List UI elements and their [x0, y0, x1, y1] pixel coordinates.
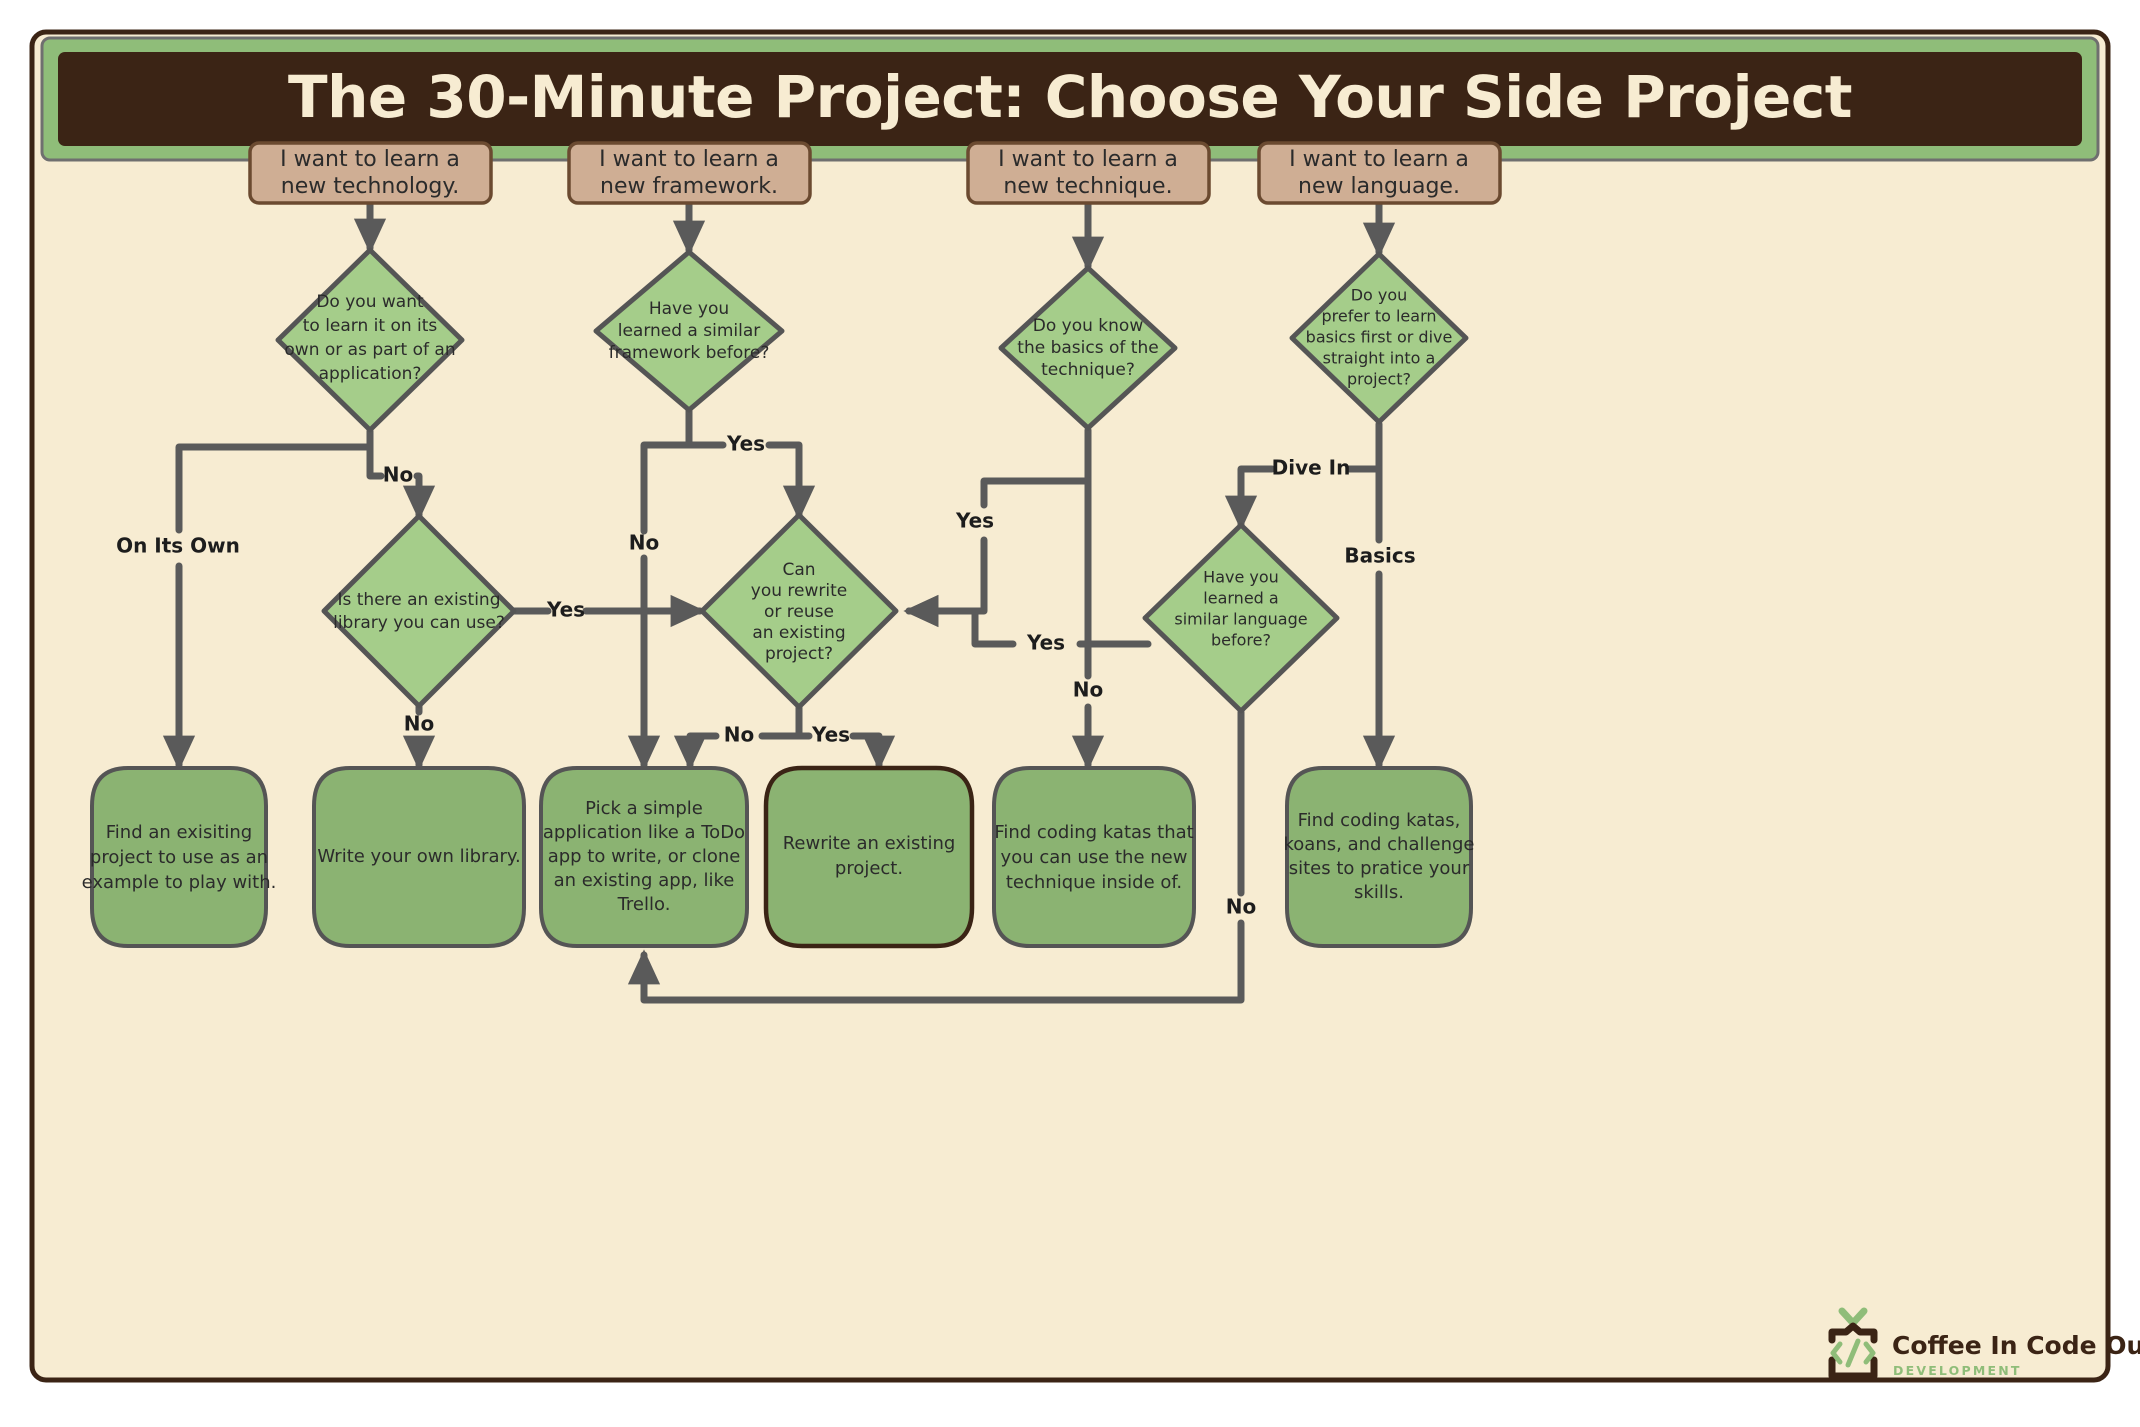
node-start-technology[interactable]: I want to learn a new technology.	[248, 141, 493, 205]
node-result-write-library[interactable]: Write your own library.	[312, 766, 526, 948]
decision-basics-or-dive-l3: basics first or dive	[1306, 328, 1453, 347]
decision-rewrite-l3: or reuse	[764, 602, 834, 622]
start-label-technique-line1: I want to learn a	[998, 147, 1178, 172]
result-katas-koans-l2: koans, and challenge	[1284, 834, 1475, 855]
decision-basics-or-dive-l1: Do you	[1351, 286, 1408, 305]
brand-tagline: DEVELOPMENT	[1893, 1363, 2022, 1378]
decision-similar-framework-l2: learned a similar	[618, 321, 761, 341]
decision-similar-language-l4: before?	[1211, 631, 1271, 650]
result-find-example-l2: project to use as an	[90, 847, 268, 868]
result-rewrite-project-l1: Rewrite an existing	[783, 833, 956, 854]
decision-basics-or-dive-l2: prefer to learn	[1321, 307, 1436, 326]
decision-similar-framework-l1: Have you	[649, 299, 729, 319]
decision-similar-language-l2: learned a	[1203, 589, 1278, 608]
node-start-technique[interactable]: I want to learn a new technique.	[966, 141, 1211, 205]
edge-label-no-library: No	[404, 712, 434, 736]
canvas-background	[29, 29, 2111, 1383]
node-result-katas-technique[interactable]: Find coding katas that you can use the n…	[992, 766, 1196, 948]
edge-label-yes-technique: Yes	[955, 509, 994, 533]
result-simple-app-l4: an existing app, like	[554, 870, 735, 891]
decision-existing-library-l2: library you can use?	[333, 613, 505, 633]
start-label-technology-line1: I want to learn a	[280, 147, 460, 172]
result-shape-rewrite-project	[763, 765, 975, 949]
edge-label-yes-rewrite: Yes	[811, 723, 850, 747]
result-rewrite-project-l2: project.	[835, 858, 903, 879]
decision-basics-or-dive-l5: project?	[1347, 370, 1411, 389]
result-katas-technique-l1: Find coding katas that	[994, 822, 1193, 843]
page-title: The 30-Minute Project: Choose Your Side …	[288, 63, 1852, 131]
result-katas-technique-l2: you can use the new	[1001, 847, 1188, 868]
decision-existing-library-l1: Is there an existing	[337, 590, 500, 610]
flowchart-canvas: The 30-Minute Project: Choose Your Side …	[29, 29, 2140, 1383]
node-result-simple-app[interactable]: Pick a simple application like a ToDo ap…	[539, 766, 749, 948]
node-start-framework[interactable]: I want to learn a new framework.	[567, 141, 812, 205]
decision-similar-language-l1: Have you	[1203, 568, 1279, 587]
decision-basics-or-dive-l4: straight into a	[1323, 349, 1436, 368]
start-label-language-line1: I want to learn a	[1289, 147, 1469, 172]
edge-label-yes-framework: Yes	[726, 432, 765, 456]
node-result-katas-koans[interactable]: Find coding katas, koans, and challenge …	[1284, 766, 1475, 948]
edge-label-no-language: No	[1226, 895, 1256, 919]
decision-know-basics-l2: the basics of the	[1017, 338, 1158, 358]
edge-label-no-framework: No	[629, 531, 659, 555]
decision-own-or-app-l2: to learn it on its	[303, 316, 438, 336]
edge-label-on-its-own: On Its Own	[116, 534, 240, 558]
decision-rewrite-l2: you rewrite	[751, 581, 847, 601]
decision-rewrite-l5: project?	[765, 644, 833, 664]
result-find-example-l3: example to play with.	[82, 872, 277, 893]
decision-own-or-app-l1: Do you want	[316, 292, 424, 312]
result-katas-koans-l3: sites to pratice your	[1289, 858, 1470, 879]
start-label-technique-line2: new technique.	[1003, 174, 1172, 199]
result-find-example-l1: Find an exisiting	[106, 822, 252, 843]
decision-similar-language-l3: similar language	[1174, 610, 1307, 629]
start-label-framework-line1: I want to learn a	[599, 147, 779, 172]
start-label-language-line2: new language.	[1298, 174, 1460, 199]
node-result-rewrite-project[interactable]: Rewrite an existing project.	[763, 765, 975, 949]
result-simple-app-l3: app to write, or clone	[548, 846, 741, 867]
result-simple-app-l1: Pick a simple	[585, 798, 703, 819]
result-write-library-l1: Write your own library.	[317, 846, 520, 867]
decision-similar-framework-l3: framework before?	[609, 343, 770, 363]
decision-rewrite-l1: Can	[782, 560, 815, 580]
edge-label-no-rewrite: No	[724, 723, 754, 747]
edge-label-yes-library: Yes	[546, 598, 585, 622]
result-shape-katas-koans	[1285, 766, 1473, 948]
decision-know-basics-l1: Do you know	[1033, 316, 1144, 336]
edge-label-yes-language: Yes	[1026, 631, 1065, 655]
decision-know-basics-l3: technique?	[1041, 360, 1135, 380]
result-katas-technique-l3: technique inside of.	[1006, 872, 1182, 893]
edge-label-dive-in: Dive In	[1272, 456, 1351, 480]
edge-d1-no-b	[402, 472, 436, 521]
result-katas-koans-l1: Find coding katas,	[1298, 810, 1461, 831]
edge-label-no-technique: No	[1073, 678, 1103, 702]
brand-name: Coffee In Code Out	[1892, 1331, 2140, 1360]
decision-own-or-app-l4: application?	[319, 364, 422, 384]
edge-label-no-technology: No	[383, 463, 413, 487]
decision-rewrite-l4: an existing	[752, 623, 845, 643]
decision-own-or-app-l3: own or as part of an	[284, 340, 455, 360]
result-katas-koans-l4: skills.	[1354, 882, 1404, 903]
result-simple-app-l5: Trello.	[617, 894, 671, 915]
flowchart-page: The 30-Minute Project: Choose Your Side …	[0, 0, 2140, 1427]
start-label-technology-line2: new technology.	[281, 174, 459, 199]
node-result-find-example[interactable]: Find an exisiting project to use as an e…	[82, 766, 277, 948]
edge-label-basics: Basics	[1344, 544, 1415, 568]
start-label-framework-line2: new framework.	[600, 174, 778, 199]
node-start-language[interactable]: I want to learn a new language.	[1257, 141, 1502, 205]
result-simple-app-l2: application like a ToDo	[543, 822, 745, 843]
